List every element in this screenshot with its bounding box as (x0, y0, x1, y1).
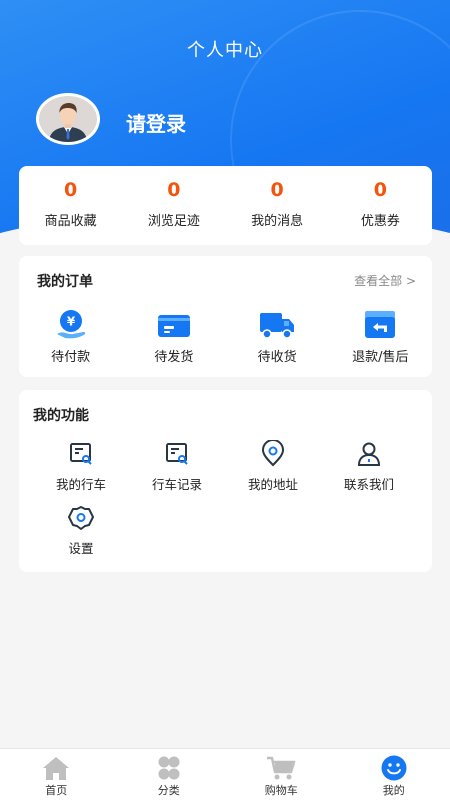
stat-value: 0 (373, 179, 387, 201)
orders-title: 我的订单 (37, 274, 93, 290)
functions-title: 我的功能 (33, 408, 89, 424)
tab-label: 分类 (157, 784, 180, 797)
bottom-tab-bar: 首页 分类 购物车 我的 (0, 748, 450, 800)
profile-face-icon (379, 755, 409, 781)
function-label: 行车记录 (151, 477, 202, 492)
avatar[interactable] (36, 93, 102, 149)
settings-gear-icon (67, 504, 95, 532)
stat-value: 0 (64, 179, 78, 201)
tab-home[interactable]: 首页 (0, 749, 113, 800)
category-icon (154, 755, 184, 781)
my-orders-card: 我的订单 查看全部 > ¥ 待付款 待发货 待收货 退款/售后 (19, 256, 432, 377)
view-all-orders-link[interactable]: 查看全部 > (354, 272, 416, 289)
stat-label: 优惠券 (360, 214, 400, 229)
order-label: 待付款 (51, 350, 91, 365)
function-my-driving[interactable]: 我的行车 (33, 440, 129, 504)
stat-history[interactable]: 0 浏览足迹 (122, 166, 225, 245)
stat-value: 0 (270, 179, 284, 201)
order-label: 退款/售后 (352, 350, 409, 365)
login-link[interactable]: 请登录 (126, 108, 186, 137)
yuan-coin-icon: ¥ (53, 308, 89, 340)
contact-person-icon (355, 440, 383, 468)
function-contact-us[interactable]: 联系我们 (321, 440, 417, 504)
stat-label: 我的消息 (251, 214, 304, 229)
order-pending-receipt[interactable]: 待收货 (226, 308, 329, 365)
stat-messages[interactable]: 0 我的消息 (226, 166, 329, 245)
truck-icon (259, 308, 295, 340)
document-search-icon (67, 440, 95, 468)
tab-mine[interactable]: 我的 (338, 749, 450, 800)
stats-card: 0 商品收藏 0 浏览足迹 0 我的消息 0 优惠券 (19, 166, 432, 245)
function-my-address[interactable]: 我的地址 (225, 439, 321, 504)
svg-text:¥: ¥ (66, 315, 75, 329)
order-pending-payment[interactable]: ¥ 待付款 (19, 308, 122, 365)
stat-coupons[interactable]: 0 优惠券 (329, 166, 432, 245)
order-label: 待收货 (257, 350, 297, 365)
function-label: 联系我们 (343, 477, 394, 492)
order-refund[interactable]: 退款/售后 (329, 308, 432, 365)
avatar-image (36, 93, 100, 145)
function-label: 我的行车 (55, 477, 106, 492)
record-icon (163, 440, 191, 468)
function-label: 设置 (68, 541, 94, 556)
refund-icon (362, 308, 398, 340)
tab-label: 首页 (45, 784, 68, 797)
tab-label: 购物车 (264, 784, 298, 797)
tab-label: 我的 (382, 784, 405, 797)
page-title: 个人中心 (187, 40, 263, 61)
function-label: 我的地址 (247, 477, 298, 492)
my-functions-card: 我的功能 我的行车 行车记录 我的地址 联系我们 设置 (19, 390, 432, 572)
function-settings[interactable]: 设置 (33, 504, 129, 568)
tab-cart[interactable]: 购物车 (225, 749, 338, 800)
home-icon (41, 755, 71, 781)
cart-icon (266, 755, 296, 781)
stat-label: 商品收藏 (44, 214, 97, 229)
order-pending-shipment[interactable]: 待发货 (122, 308, 225, 365)
stat-label: 浏览足迹 (147, 214, 200, 229)
stat-favorites[interactable]: 0 商品收藏 (19, 166, 122, 245)
function-driving-record[interactable]: 行车记录 (129, 440, 225, 504)
tab-category[interactable]: 分类 (113, 749, 226, 800)
stat-value: 0 (167, 179, 181, 201)
card-icon (156, 308, 192, 340)
location-pin-icon (259, 439, 287, 468)
order-label: 待发货 (154, 350, 194, 365)
